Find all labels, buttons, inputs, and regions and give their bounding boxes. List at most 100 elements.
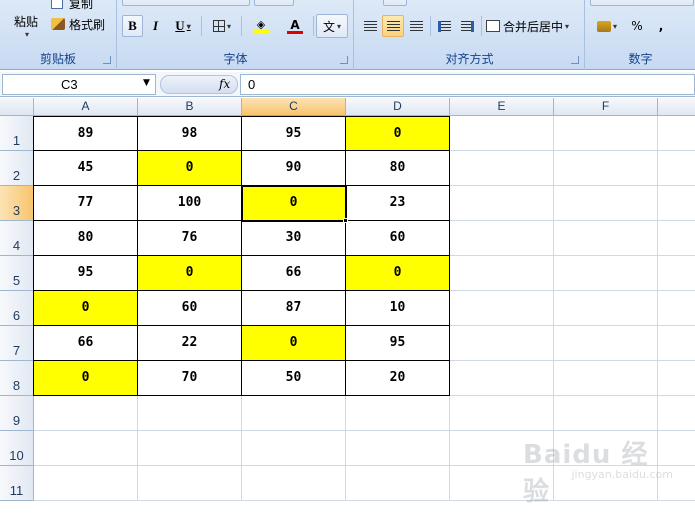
cell-c6[interactable]: 87	[242, 291, 346, 326]
cell-f8[interactable]	[554, 361, 658, 396]
underline-button[interactable]: U ▾	[168, 15, 198, 37]
cell-a2[interactable]: 45	[34, 151, 138, 186]
cell-x2[interactable]	[658, 151, 695, 186]
cell-x5[interactable]	[658, 256, 695, 291]
column-header-f[interactable]: F	[554, 98, 658, 116]
cell-e2[interactable]	[450, 151, 554, 186]
cell-a6[interactable]: 0	[34, 291, 138, 326]
cell-f5[interactable]	[554, 256, 658, 291]
number-format-box[interactable]	[590, 0, 694, 6]
cell-f3[interactable]	[554, 186, 658, 221]
align-right-button[interactable]	[405, 15, 427, 37]
insert-function-icon[interactable]: fx	[219, 77, 230, 91]
cell-a10[interactable]	[34, 431, 138, 466]
cell-e3[interactable]	[450, 186, 554, 221]
font-size-box[interactable]	[254, 0, 294, 6]
format-painter-button[interactable]: 格式刷	[50, 14, 112, 34]
cell-c3[interactable]: 0	[241, 185, 347, 222]
row-header-8[interactable]: 8	[0, 361, 34, 396]
row-header-7[interactable]: 7	[0, 326, 34, 361]
cell-e4[interactable]	[450, 221, 554, 256]
cell-d4[interactable]: 60	[346, 221, 450, 256]
cell-c9[interactable]	[242, 396, 346, 431]
font-launcher-icon[interactable]	[340, 56, 348, 64]
cell-b3[interactable]: 100	[138, 186, 242, 221]
cell-a11[interactable]	[34, 466, 138, 501]
cell-e1[interactable]	[450, 116, 554, 151]
row-header-1[interactable]: 1	[0, 116, 34, 151]
cell-d5[interactable]: 0	[346, 256, 450, 291]
cell-x7[interactable]	[658, 326, 695, 361]
cell-a3[interactable]: 77	[34, 186, 138, 221]
increase-indent-button[interactable]	[456, 15, 478, 37]
row-header-6[interactable]: 6	[0, 291, 34, 326]
row-header-4[interactable]: 4	[0, 221, 34, 256]
row-header-2[interactable]: 2	[0, 151, 34, 186]
cell-f4[interactable]	[554, 221, 658, 256]
name-box[interactable]: C3	[2, 74, 156, 95]
cell-c11[interactable]	[242, 466, 346, 501]
cell-x6[interactable]	[658, 291, 695, 326]
name-box-dropdown-icon[interactable]: ▼	[143, 78, 150, 88]
cell-x4[interactable]	[658, 221, 695, 256]
cell-x1[interactable]	[658, 116, 695, 151]
cell-b10[interactable]	[138, 431, 242, 466]
row-header-10[interactable]: 10	[0, 431, 34, 466]
phonetic-button[interactable]: 文 ▾	[316, 14, 348, 38]
cell-d7[interactable]: 95	[346, 326, 450, 361]
cell-b1[interactable]: 98	[138, 116, 242, 151]
cell-b8[interactable]: 70	[138, 361, 242, 396]
cell-x9[interactable]	[658, 396, 695, 431]
row-header-3[interactable]: 3	[0, 186, 34, 221]
cell-d11[interactable]	[346, 466, 450, 501]
accounting-format-button[interactable]: ▾	[590, 15, 624, 37]
formula-input[interactable]: 0	[240, 74, 695, 95]
italic-button[interactable]: I	[145, 15, 166, 37]
cell-c2[interactable]: 90	[242, 151, 346, 186]
cell-a5[interactable]: 95	[34, 256, 138, 291]
column-header-c[interactable]: C	[242, 98, 346, 116]
cell-e8[interactable]	[450, 361, 554, 396]
cell-a8[interactable]: 0	[34, 361, 138, 396]
comma-button[interactable]: ,	[650, 15, 672, 37]
cell-a9[interactable]	[34, 396, 138, 431]
row-header-11[interactable]: 11	[0, 466, 34, 501]
cell-c10[interactable]	[242, 431, 346, 466]
cell-b9[interactable]	[138, 396, 242, 431]
cell-c1[interactable]: 95	[242, 116, 346, 151]
column-header-partial[interactable]	[658, 98, 695, 116]
cell-c8[interactable]: 50	[242, 361, 346, 396]
cell-b2[interactable]: 0	[138, 151, 242, 186]
font-name-box[interactable]	[122, 0, 250, 6]
cell-d1[interactable]: 0	[346, 116, 450, 151]
fill-handle[interactable]	[343, 218, 348, 223]
cell-c7[interactable]: 0	[242, 326, 346, 361]
row-header-5[interactable]: 5	[0, 256, 34, 291]
merge-center-button[interactable]: 合并后居中 ▾	[485, 15, 579, 37]
cell-b6[interactable]: 60	[138, 291, 242, 326]
column-header-e[interactable]: E	[450, 98, 554, 116]
align-center-button[interactable]	[382, 15, 404, 37]
select-all-corner[interactable]	[0, 98, 34, 116]
clipboard-launcher-icon[interactable]	[103, 56, 111, 64]
cell-f6[interactable]	[554, 291, 658, 326]
cell-c5[interactable]: 66	[242, 256, 346, 291]
cell-d9[interactable]	[346, 396, 450, 431]
cell-e5[interactable]	[450, 256, 554, 291]
cell-x3[interactable]	[658, 186, 695, 221]
cell-f1[interactable]	[554, 116, 658, 151]
cell-b11[interactable]	[138, 466, 242, 501]
cell-d6[interactable]: 10	[346, 291, 450, 326]
cell-d10[interactable]	[346, 431, 450, 466]
column-header-b[interactable]: B	[138, 98, 242, 116]
cell-a1[interactable]: 89	[34, 116, 138, 151]
cell-e7[interactable]	[450, 326, 554, 361]
cell-d3[interactable]: 23	[346, 186, 450, 221]
align-left-button[interactable]	[359, 15, 381, 37]
borders-button[interactable]: ▾	[206, 15, 238, 37]
cell-a4[interactable]: 80	[34, 221, 138, 256]
cell-b4[interactable]: 76	[138, 221, 242, 256]
paste-button[interactable]: 粘贴 ▾	[6, 8, 46, 44]
cell-e6[interactable]	[450, 291, 554, 326]
cell-d2[interactable]: 80	[346, 151, 450, 186]
